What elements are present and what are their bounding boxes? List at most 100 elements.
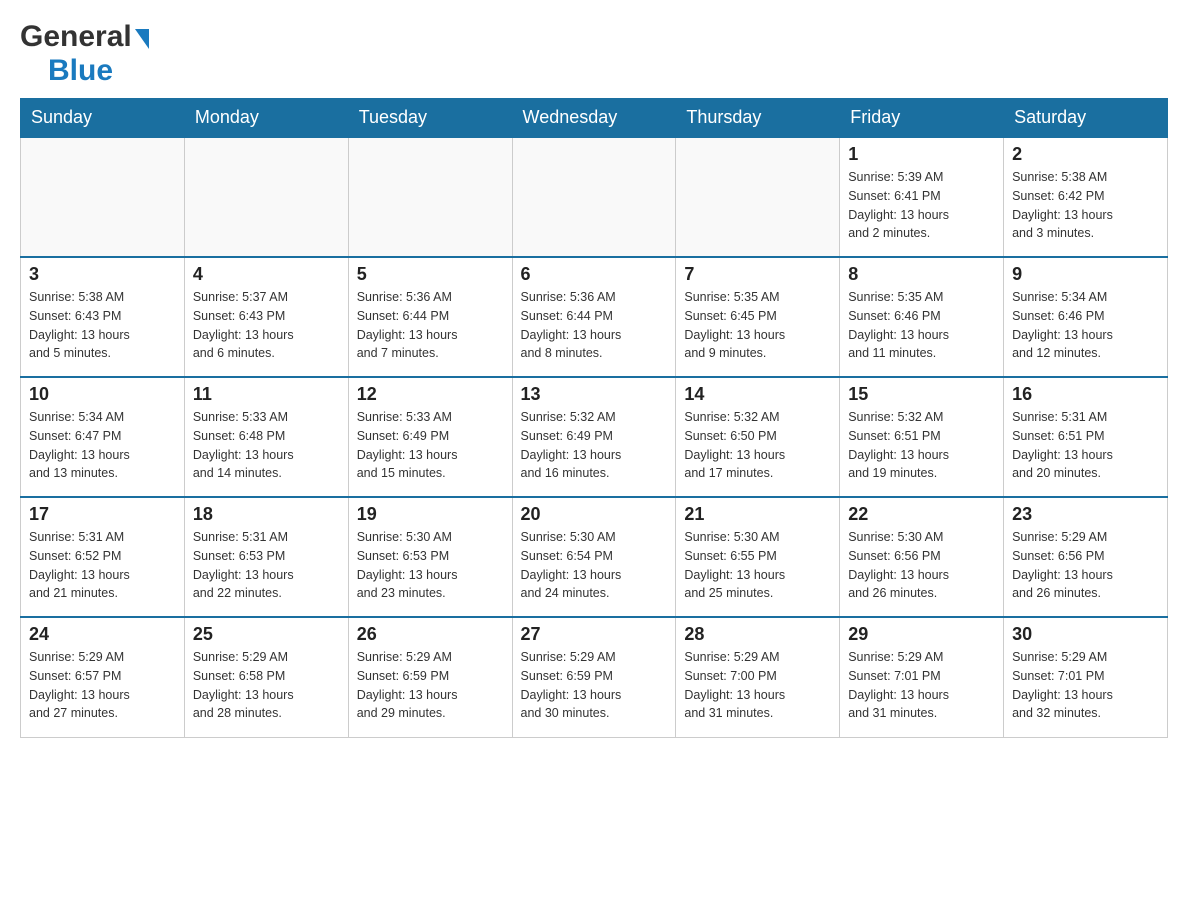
day-info: Sunrise: 5:39 AM Sunset: 6:41 PM Dayligh… — [848, 170, 949, 240]
day-number: 20 — [521, 504, 668, 525]
calendar-cell: 13 Sunrise: 5:32 AM Sunset: 6:49 PM Dayli… — [512, 377, 676, 497]
calendar-cell: 25 Sunrise: 5:29 AM Sunset: 6:58 PM Dayli… — [184, 617, 348, 737]
weekday-header-saturday: Saturday — [1004, 99, 1168, 138]
day-info: Sunrise: 5:30 AM Sunset: 6:55 PM Dayligh… — [684, 530, 785, 600]
day-info: Sunrise: 5:34 AM Sunset: 6:47 PM Dayligh… — [29, 410, 130, 480]
logo-triangle-icon — [135, 29, 149, 49]
day-info: Sunrise: 5:32 AM Sunset: 6:51 PM Dayligh… — [848, 410, 949, 480]
calendar-cell: 23Sunrise: 5:29 AM Sunset: 6:56 PM Dayli… — [1004, 497, 1168, 617]
calendar-cell: 9Sunrise: 5:34 AM Sunset: 6:46 PM Daylig… — [1004, 257, 1168, 377]
day-number: 28 — [684, 624, 831, 645]
day-info: Sunrise: 5:33 AM Sunset: 6:48 PM Dayligh… — [193, 410, 294, 480]
calendar-cell: 14Sunrise: 5:32 AM Sunset: 6:50 PM Dayli… — [676, 377, 840, 497]
day-info: Sunrise: 5:32 AM Sunset: 6:49 PM Dayligh… — [521, 410, 622, 480]
calendar-cell: 16Sunrise: 5:31 AM Sunset: 6:51 PM Dayli… — [1004, 377, 1168, 497]
day-info: Sunrise: 5:31 AM Sunset: 6:51 PM Dayligh… — [1012, 410, 1113, 480]
day-number: 21 — [684, 504, 831, 525]
calendar-week-4: 17 Sunrise: 5:31 AM Sunset: 6:52 PM Dayli… — [21, 497, 1168, 617]
calendar-cell: 15 Sunrise: 5:32 AM Sunset: 6:51 PM Dayli… — [840, 377, 1004, 497]
weekday-header-sunday: Sunday — [21, 99, 185, 138]
day-number: 12 — [357, 384, 504, 405]
calendar-week-5: 24Sunrise: 5:29 AM Sunset: 6:57 PM Dayli… — [21, 617, 1168, 737]
day-info: Sunrise: 5:35 AM Sunset: 6:46 PM Dayligh… — [848, 290, 949, 360]
day-number: 5 — [357, 264, 504, 285]
day-number: 3 — [29, 264, 176, 285]
calendar-cell: 30 Sunrise: 5:29 AM Sunset: 7:01 PM Dayli… — [1004, 617, 1168, 737]
day-info: Sunrise: 5:29 AM Sunset: 6:58 PM Dayligh… — [193, 650, 294, 720]
day-info: Sunrise: 5:30 AM Sunset: 6:53 PM Dayligh… — [357, 530, 458, 600]
day-info: Sunrise: 5:36 AM Sunset: 6:44 PM Dayligh… — [357, 290, 458, 360]
day-number: 15 — [848, 384, 995, 405]
day-info: Sunrise: 5:29 AM Sunset: 7:01 PM Dayligh… — [848, 650, 949, 720]
day-number: 25 — [193, 624, 340, 645]
calendar-cell: 5 Sunrise: 5:36 AM Sunset: 6:44 PM Daylig… — [348, 257, 512, 377]
weekday-header-friday: Friday — [840, 99, 1004, 138]
calendar-cell: 19 Sunrise: 5:30 AM Sunset: 6:53 PM Dayli… — [348, 497, 512, 617]
calendar-cell: 7 Sunrise: 5:35 AM Sunset: 6:45 PM Daylig… — [676, 257, 840, 377]
calendar-cell: 10 Sunrise: 5:34 AM Sunset: 6:47 PM Dayli… — [21, 377, 185, 497]
day-info: Sunrise: 5:36 AM Sunset: 6:44 PM Dayligh… — [521, 290, 622, 360]
calendar-cell: 6Sunrise: 5:36 AM Sunset: 6:44 PM Daylig… — [512, 257, 676, 377]
day-info: Sunrise: 5:32 AM Sunset: 6:50 PM Dayligh… — [684, 410, 785, 480]
calendar-cell: 24Sunrise: 5:29 AM Sunset: 6:57 PM Dayli… — [21, 617, 185, 737]
calendar-cell: 2 Sunrise: 5:38 AM Sunset: 6:42 PM Daylig… — [1004, 137, 1168, 257]
logo: General Blue — [20, 20, 149, 88]
day-number: 27 — [521, 624, 668, 645]
day-number: 22 — [848, 504, 995, 525]
day-info: Sunrise: 5:30 AM Sunset: 6:54 PM Dayligh… — [521, 530, 622, 600]
day-info: Sunrise: 5:31 AM Sunset: 6:52 PM Dayligh… — [29, 530, 130, 600]
calendar-cell — [676, 137, 840, 257]
calendar-cell — [348, 137, 512, 257]
day-number: 1 — [848, 144, 995, 165]
day-number: 4 — [193, 264, 340, 285]
calendar-cell: 28 Sunrise: 5:29 AM Sunset: 7:00 PM Dayli… — [676, 617, 840, 737]
calendar-week-2: 3Sunrise: 5:38 AM Sunset: 6:43 PM Daylig… — [21, 257, 1168, 377]
day-info: Sunrise: 5:30 AM Sunset: 6:56 PM Dayligh… — [848, 530, 949, 600]
day-number: 11 — [193, 384, 340, 405]
day-info: Sunrise: 5:38 AM Sunset: 6:42 PM Dayligh… — [1012, 170, 1113, 240]
day-info: Sunrise: 5:29 AM Sunset: 6:59 PM Dayligh… — [357, 650, 458, 720]
day-info: Sunrise: 5:29 AM Sunset: 6:57 PM Dayligh… — [29, 650, 130, 720]
calendar-cell: 27Sunrise: 5:29 AM Sunset: 6:59 PM Dayli… — [512, 617, 676, 737]
calendar-cell: 29 Sunrise: 5:29 AM Sunset: 7:01 PM Dayli… — [840, 617, 1004, 737]
day-info: Sunrise: 5:35 AM Sunset: 6:45 PM Dayligh… — [684, 290, 785, 360]
day-info: Sunrise: 5:34 AM Sunset: 6:46 PM Dayligh… — [1012, 290, 1113, 360]
day-number: 8 — [848, 264, 995, 285]
day-number: 18 — [193, 504, 340, 525]
weekday-header-monday: Monday — [184, 99, 348, 138]
calendar-cell: 17 Sunrise: 5:31 AM Sunset: 6:52 PM Dayli… — [21, 497, 185, 617]
day-info: Sunrise: 5:33 AM Sunset: 6:49 PM Dayligh… — [357, 410, 458, 480]
day-info: Sunrise: 5:37 AM Sunset: 6:43 PM Dayligh… — [193, 290, 294, 360]
calendar-week-1: 1 Sunrise: 5:39 AM Sunset: 6:41 PM Daylig… — [21, 137, 1168, 257]
day-info: Sunrise: 5:31 AM Sunset: 6:53 PM Dayligh… — [193, 530, 294, 600]
day-number: 2 — [1012, 144, 1159, 165]
day-number: 13 — [521, 384, 668, 405]
day-number: 26 — [357, 624, 504, 645]
calendar-cell — [512, 137, 676, 257]
calendar-cell: 8 Sunrise: 5:35 AM Sunset: 6:46 PM Daylig… — [840, 257, 1004, 377]
day-number: 7 — [684, 264, 831, 285]
calendar-cell — [184, 137, 348, 257]
day-info: Sunrise: 5:29 AM Sunset: 7:01 PM Dayligh… — [1012, 650, 1113, 720]
calendar-week-3: 10 Sunrise: 5:34 AM Sunset: 6:47 PM Dayli… — [21, 377, 1168, 497]
logo-blue-text: Blue — [48, 54, 113, 88]
weekday-header-wednesday: Wednesday — [512, 99, 676, 138]
weekday-header-row: SundayMondayTuesdayWednesdayThursdayFrid… — [21, 99, 1168, 138]
calendar-cell: 21 Sunrise: 5:30 AM Sunset: 6:55 PM Dayli… — [676, 497, 840, 617]
calendar-cell: 3Sunrise: 5:38 AM Sunset: 6:43 PM Daylig… — [21, 257, 185, 377]
calendar-cell: 18 Sunrise: 5:31 AM Sunset: 6:53 PM Dayli… — [184, 497, 348, 617]
calendar-cell: 26 Sunrise: 5:29 AM Sunset: 6:59 PM Dayli… — [348, 617, 512, 737]
calendar-cell: 1 Sunrise: 5:39 AM Sunset: 6:41 PM Daylig… — [840, 137, 1004, 257]
page-header: General Blue — [20, 20, 1168, 88]
day-number: 29 — [848, 624, 995, 645]
day-number: 23 — [1012, 504, 1159, 525]
calendar-cell: 22 Sunrise: 5:30 AM Sunset: 6:56 PM Dayli… — [840, 497, 1004, 617]
day-number: 19 — [357, 504, 504, 525]
day-number: 17 — [29, 504, 176, 525]
calendar-cell: 4 Sunrise: 5:37 AM Sunset: 6:43 PM Daylig… — [184, 257, 348, 377]
day-number: 30 — [1012, 624, 1159, 645]
calendar-cell: 11 Sunrise: 5:33 AM Sunset: 6:48 PM Dayli… — [184, 377, 348, 497]
weekday-header-thursday: Thursday — [676, 99, 840, 138]
day-number: 10 — [29, 384, 176, 405]
day-info: Sunrise: 5:29 AM Sunset: 7:00 PM Dayligh… — [684, 650, 785, 720]
